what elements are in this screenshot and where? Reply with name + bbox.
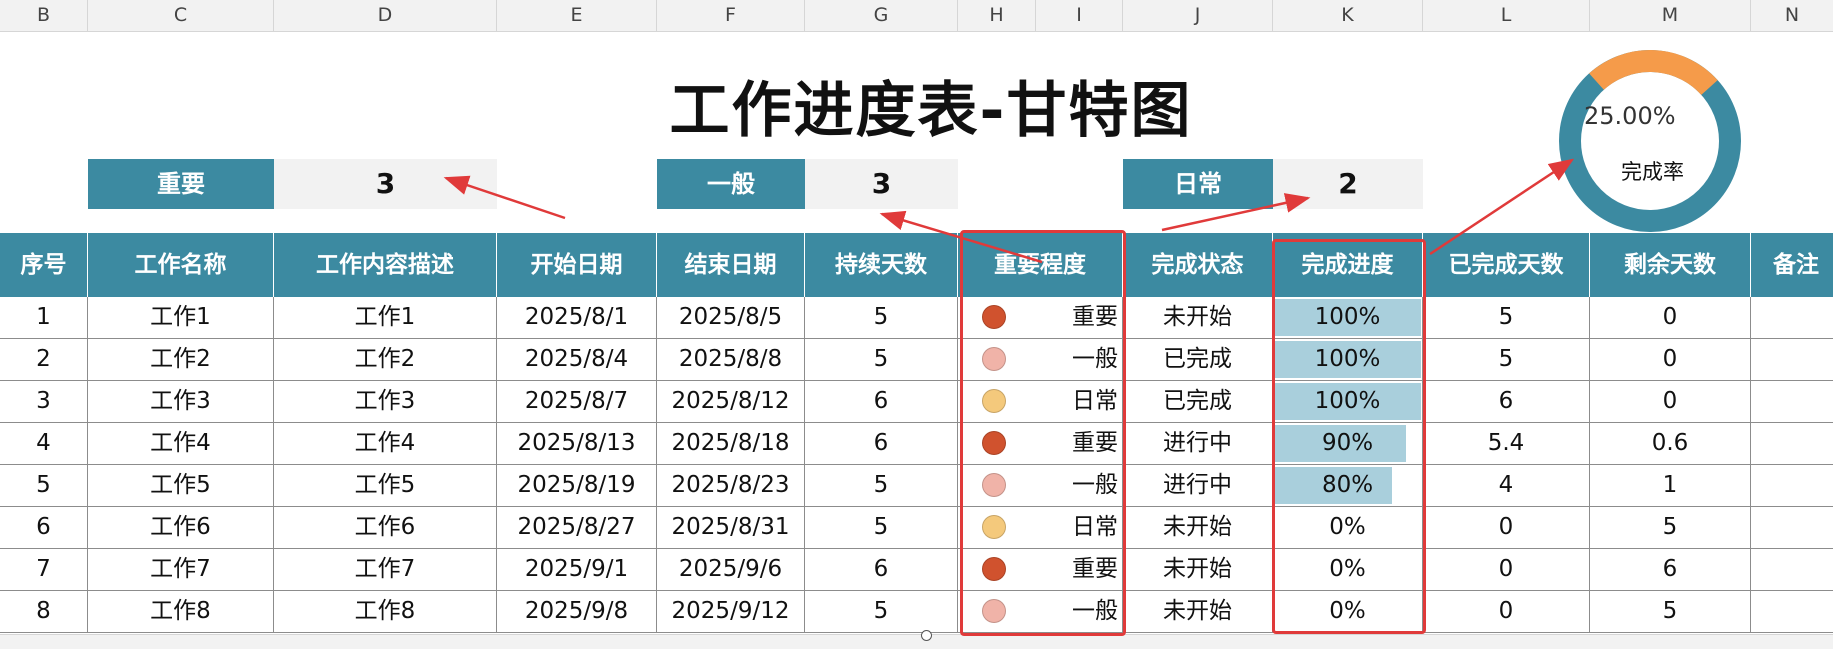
arrow-to-normal-count	[879, 210, 1043, 264]
arrow-to-donut	[1429, 158, 1575, 256]
resize-handle[interactable]	[921, 630, 932, 641]
annotation-arrows	[443, 158, 1575, 264]
arrow-to-daily-count	[1161, 193, 1311, 232]
arrow-to-important-count	[443, 175, 566, 220]
